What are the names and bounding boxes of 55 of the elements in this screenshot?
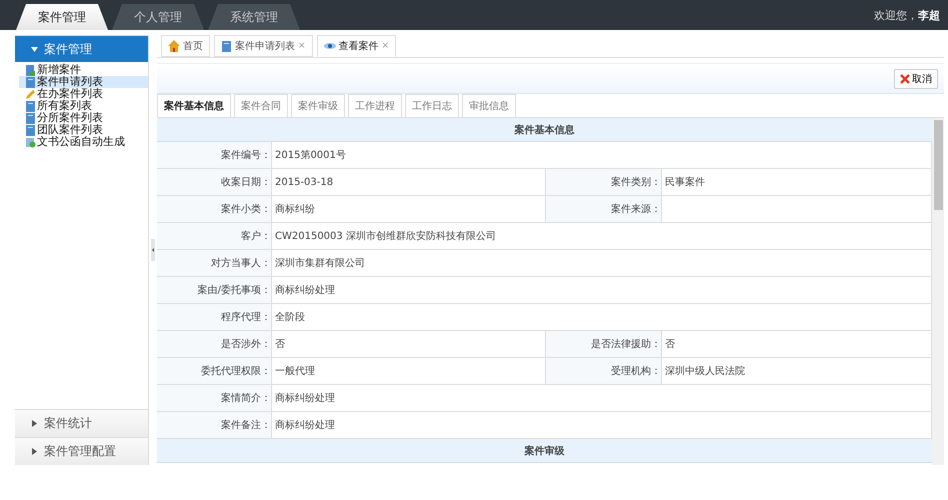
field-label: 是否法律援助： bbox=[546, 331, 662, 357]
sidebar-panel-header[interactable]: 案件管理配置 bbox=[15, 437, 148, 465]
field-label: 是否涉外： bbox=[157, 331, 272, 357]
document-icon bbox=[25, 76, 36, 88]
sidebar-panel-header[interactable]: 案件统计 bbox=[15, 409, 148, 437]
document-icon bbox=[221, 40, 232, 52]
field-label: 案情简介： bbox=[157, 385, 272, 411]
eye-icon bbox=[324, 42, 336, 50]
top-tab[interactable]: 个人管理 bbox=[112, 4, 204, 30]
sidebar-item[interactable]: 新增案件 bbox=[19, 64, 148, 76]
field-label: 委托代理权限： bbox=[157, 358, 272, 384]
sidebar-panel-header[interactable]: 案件管理 bbox=[15, 35, 148, 62]
caret-right-icon bbox=[31, 448, 38, 455]
caret-right-icon bbox=[31, 420, 38, 427]
top-tab[interactable]: 系统管理 bbox=[208, 4, 300, 30]
section-tab[interactable]: 案件合同 bbox=[234, 94, 288, 117]
close-icon bbox=[900, 74, 910, 84]
section-header: 案件基本信息 bbox=[157, 118, 932, 142]
scrollbar[interactable] bbox=[932, 118, 944, 465]
field-label: 案件编号： bbox=[157, 142, 272, 168]
section-tab[interactable]: 案件基本信息 bbox=[157, 94, 231, 117]
sidebar-item[interactable]: 在办案件列表 bbox=[19, 88, 148, 100]
field-label: 客户： bbox=[157, 223, 272, 249]
field-label: 案件小类： bbox=[157, 196, 272, 222]
caret-down-icon bbox=[31, 46, 38, 52]
cancel-button[interactable]: 取消 bbox=[894, 68, 938, 88]
document-icon bbox=[25, 124, 36, 136]
document-icon bbox=[25, 100, 36, 112]
field-label: 收案日期： bbox=[157, 169, 272, 195]
page-tab[interactable]: 查看案件 × bbox=[316, 35, 396, 57]
field-label: 案由/委托事项： bbox=[157, 277, 272, 303]
document-add-icon bbox=[25, 136, 36, 148]
field-label: 对方当事人： bbox=[157, 250, 272, 276]
sidebar-item[interactable]: 所有案列表 bbox=[19, 100, 148, 112]
document-add-icon bbox=[25, 64, 36, 76]
welcome-text: 欢迎您，李超 bbox=[874, 8, 940, 22]
section-tab[interactable]: 工作日志 bbox=[405, 94, 459, 117]
section-tab[interactable]: 工作进程 bbox=[348, 94, 402, 117]
section-tab[interactable]: 审批信息 bbox=[462, 94, 516, 117]
sidebar-item[interactable]: 文书公函自动生成 bbox=[19, 136, 148, 148]
field-label: 案件备注： bbox=[157, 412, 272, 438]
page-tab[interactable]: 案件申请列表 × bbox=[214, 35, 313, 57]
top-tab[interactable]: 案件管理 bbox=[16, 4, 108, 30]
section-tab[interactable]: 案件审级 bbox=[291, 94, 345, 117]
field-label: 案件类别： bbox=[546, 169, 662, 195]
section-header: 案件审级 bbox=[157, 439, 932, 463]
sidebar-item[interactable]: 团队案件列表 bbox=[19, 124, 148, 136]
document-icon bbox=[25, 112, 36, 124]
page-tab[interactable]: 首页 bbox=[161, 35, 210, 57]
home-icon bbox=[168, 40, 180, 52]
field-label: 案件来源： bbox=[546, 196, 662, 222]
field-label: 受理机构： bbox=[546, 358, 662, 384]
sidebar-item[interactable]: 案件申请列表 bbox=[19, 76, 148, 88]
sidebar-item[interactable]: 分所案件列表 bbox=[19, 112, 148, 124]
field-label: 程序代理： bbox=[157, 304, 272, 330]
